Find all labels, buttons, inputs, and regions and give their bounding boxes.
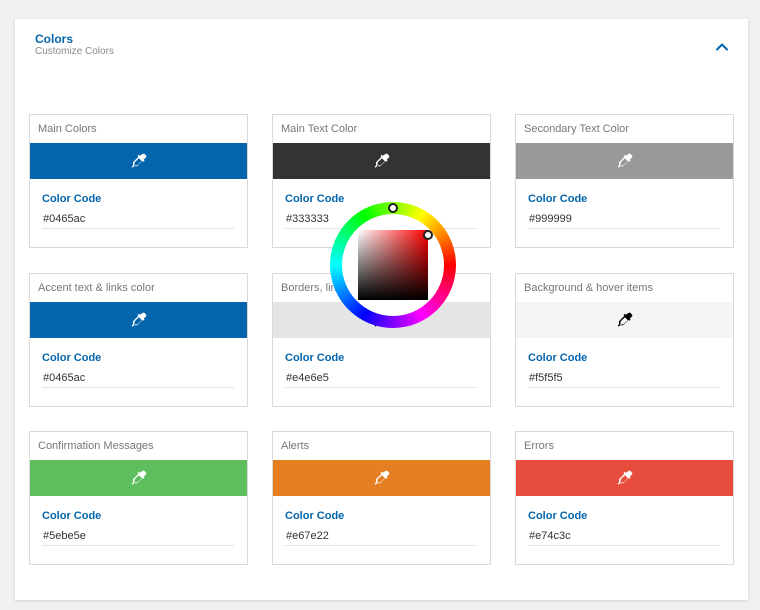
panel-title: Colors bbox=[35, 32, 74, 46]
color-code-label: Color Code bbox=[528, 193, 588, 205]
color-card-label: Secondary Text Color bbox=[524, 123, 629, 135]
chevron-up-icon bbox=[716, 43, 728, 51]
color-code-input[interactable] bbox=[285, 368, 477, 388]
color-swatch[interactable] bbox=[30, 143, 247, 179]
eyedropper-icon bbox=[374, 153, 390, 169]
color-card-label: Borders, lin bbox=[281, 282, 337, 294]
color-picker-popup[interactable] bbox=[330, 202, 456, 328]
color-card-label: Accent text & links color bbox=[38, 282, 155, 294]
panel-header[interactable]: Colors Customize Colors bbox=[35, 32, 114, 58]
color-card: Secondary Text Color Color Code bbox=[515, 114, 734, 248]
color-card-label: Main Colors bbox=[38, 123, 97, 135]
saturation-lightness-square[interactable] bbox=[358, 230, 428, 300]
color-code-label: Color Code bbox=[42, 193, 102, 205]
color-swatch[interactable] bbox=[273, 460, 490, 496]
color-code-input[interactable] bbox=[285, 526, 477, 546]
eyedropper-icon bbox=[131, 470, 147, 486]
color-code-label: Color Code bbox=[42, 352, 102, 364]
eyedropper-icon bbox=[617, 470, 633, 486]
color-code-input[interactable] bbox=[42, 368, 234, 388]
color-card-label: Main Text Color bbox=[281, 123, 358, 135]
hue-handle[interactable] bbox=[388, 203, 398, 213]
color-code-input[interactable] bbox=[528, 526, 720, 546]
color-swatch[interactable] bbox=[516, 143, 733, 179]
color-card: Alerts Color Code bbox=[272, 431, 491, 565]
color-swatch[interactable] bbox=[30, 460, 247, 496]
color-handle[interactable] bbox=[423, 230, 433, 240]
color-card-label: Errors bbox=[524, 440, 554, 452]
color-code-input[interactable] bbox=[42, 209, 234, 229]
eyedropper-icon bbox=[617, 312, 633, 328]
color-card: Errors Color Code bbox=[515, 431, 734, 565]
eyedropper-icon bbox=[617, 153, 633, 169]
collapse-button[interactable] bbox=[714, 39, 730, 55]
color-card: Confirmation Messages Color Code bbox=[29, 431, 248, 565]
panel-subtitle: Customize Colors bbox=[35, 46, 114, 57]
eyedropper-icon bbox=[131, 153, 147, 169]
color-swatch[interactable] bbox=[516, 460, 733, 496]
color-code-label: Color Code bbox=[528, 352, 588, 364]
color-card-label: Confirmation Messages bbox=[38, 440, 154, 452]
color-swatch[interactable] bbox=[273, 143, 490, 179]
color-code-label: Color Code bbox=[42, 510, 102, 522]
color-card: Accent text & links color Color Code bbox=[29, 273, 248, 407]
eyedropper-icon bbox=[374, 470, 390, 486]
color-card-label: Background & hover items bbox=[524, 282, 654, 294]
color-swatch[interactable] bbox=[516, 302, 733, 338]
color-code-input[interactable] bbox=[528, 209, 720, 229]
color-code-label: Color Code bbox=[528, 510, 588, 522]
color-card: Main Colors Color Code bbox=[29, 114, 248, 248]
color-code-input[interactable] bbox=[528, 368, 720, 388]
color-code-label: Color Code bbox=[285, 510, 345, 522]
color-card: Background & hover items Color Code bbox=[515, 273, 734, 407]
color-code-input[interactable] bbox=[42, 526, 234, 546]
eyedropper-icon bbox=[131, 312, 147, 328]
color-card-label: Alerts bbox=[281, 440, 310, 452]
color-code-label: Color Code bbox=[285, 352, 345, 364]
color-swatch[interactable] bbox=[30, 302, 247, 338]
